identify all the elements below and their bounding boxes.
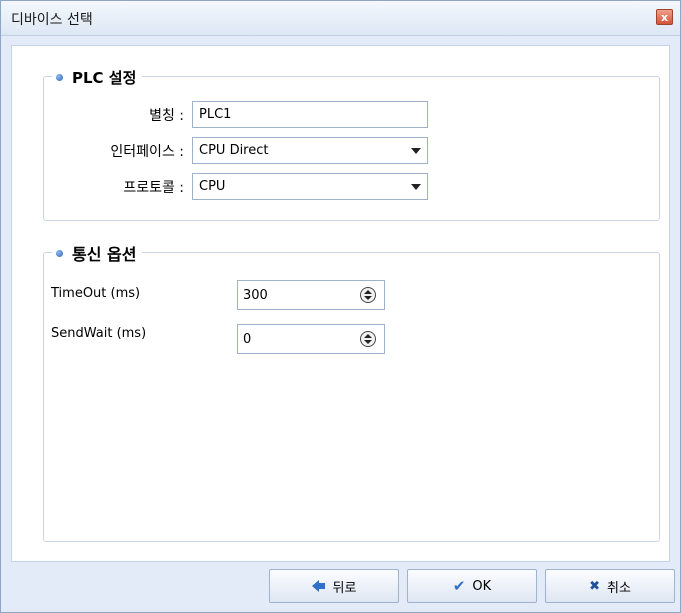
sendwait-spinner[interactable]: 0 — [237, 324, 385, 354]
comm-options-title: 통신 옵션 — [72, 245, 137, 264]
dialog-window: 디바이스 선택 x PLC 설정 별칭 : PLC1 인터페이스 : CPU D… — [0, 0, 681, 613]
protocol-label: 프로토콜 : — [123, 180, 184, 196]
sendwait-label: SendWait (ms) — [51, 326, 147, 341]
window-title: 디바이스 선택 — [11, 12, 93, 28]
spin-updown-icon[interactable] — [360, 287, 376, 303]
timeout-value: 300 — [243, 288, 268, 303]
interface-value: CPU Direct — [199, 143, 269, 158]
footer-bar: 뒤로 ✔ OK ✖ 취소 — [1, 562, 680, 612]
interface-label: 인터페이스 : — [110, 144, 184, 160]
interface-select[interactable]: CPU Direct — [192, 137, 428, 164]
x-icon: ✖ — [589, 578, 600, 594]
timeout-label: TimeOut (ms) — [51, 286, 141, 301]
chevron-down-icon — [411, 148, 421, 154]
checkmark-icon: ✔ — [452, 577, 466, 595]
cancel-button[interactable]: ✖ 취소 — [545, 569, 675, 603]
close-icon: x — [660, 11, 669, 24]
arrow-left-icon — [311, 580, 326, 592]
plc-settings-legend: PLC 설정 — [52, 66, 143, 88]
cancel-button-label: 취소 — [606, 580, 631, 596]
ok-button[interactable]: ✔ OK — [407, 569, 537, 603]
close-button[interactable]: x — [656, 9, 673, 25]
spin-updown-icon[interactable] — [360, 331, 376, 347]
alias-input[interactable]: PLC1 — [192, 101, 428, 128]
bullet-dot-icon — [56, 249, 63, 257]
timeout-spinner[interactable]: 300 — [237, 280, 385, 310]
protocol-value: CPU — [199, 179, 226, 194]
ok-button-label: OK — [472, 578, 492, 594]
protocol-select[interactable]: CPU — [192, 173, 428, 200]
back-button[interactable]: 뒤로 — [269, 569, 399, 603]
title-bar[interactable]: 디바이스 선택 x — [1, 1, 680, 36]
back-button-label: 뒤로 — [332, 580, 357, 596]
alias-value: PLC1 — [199, 107, 232, 122]
comm-options-legend: 통신 옵션 — [52, 242, 143, 264]
sendwait-value: 0 — [243, 332, 252, 347]
bullet-dot-icon — [56, 73, 63, 81]
chevron-down-icon — [411, 184, 421, 190]
alias-label: 별칭 : — [149, 108, 184, 124]
plc-settings-title: PLC 설정 — [72, 68, 137, 87]
content-panel: PLC 설정 별칭 : PLC1 인터페이스 : CPU Direct 프로토콜… — [11, 45, 670, 562]
